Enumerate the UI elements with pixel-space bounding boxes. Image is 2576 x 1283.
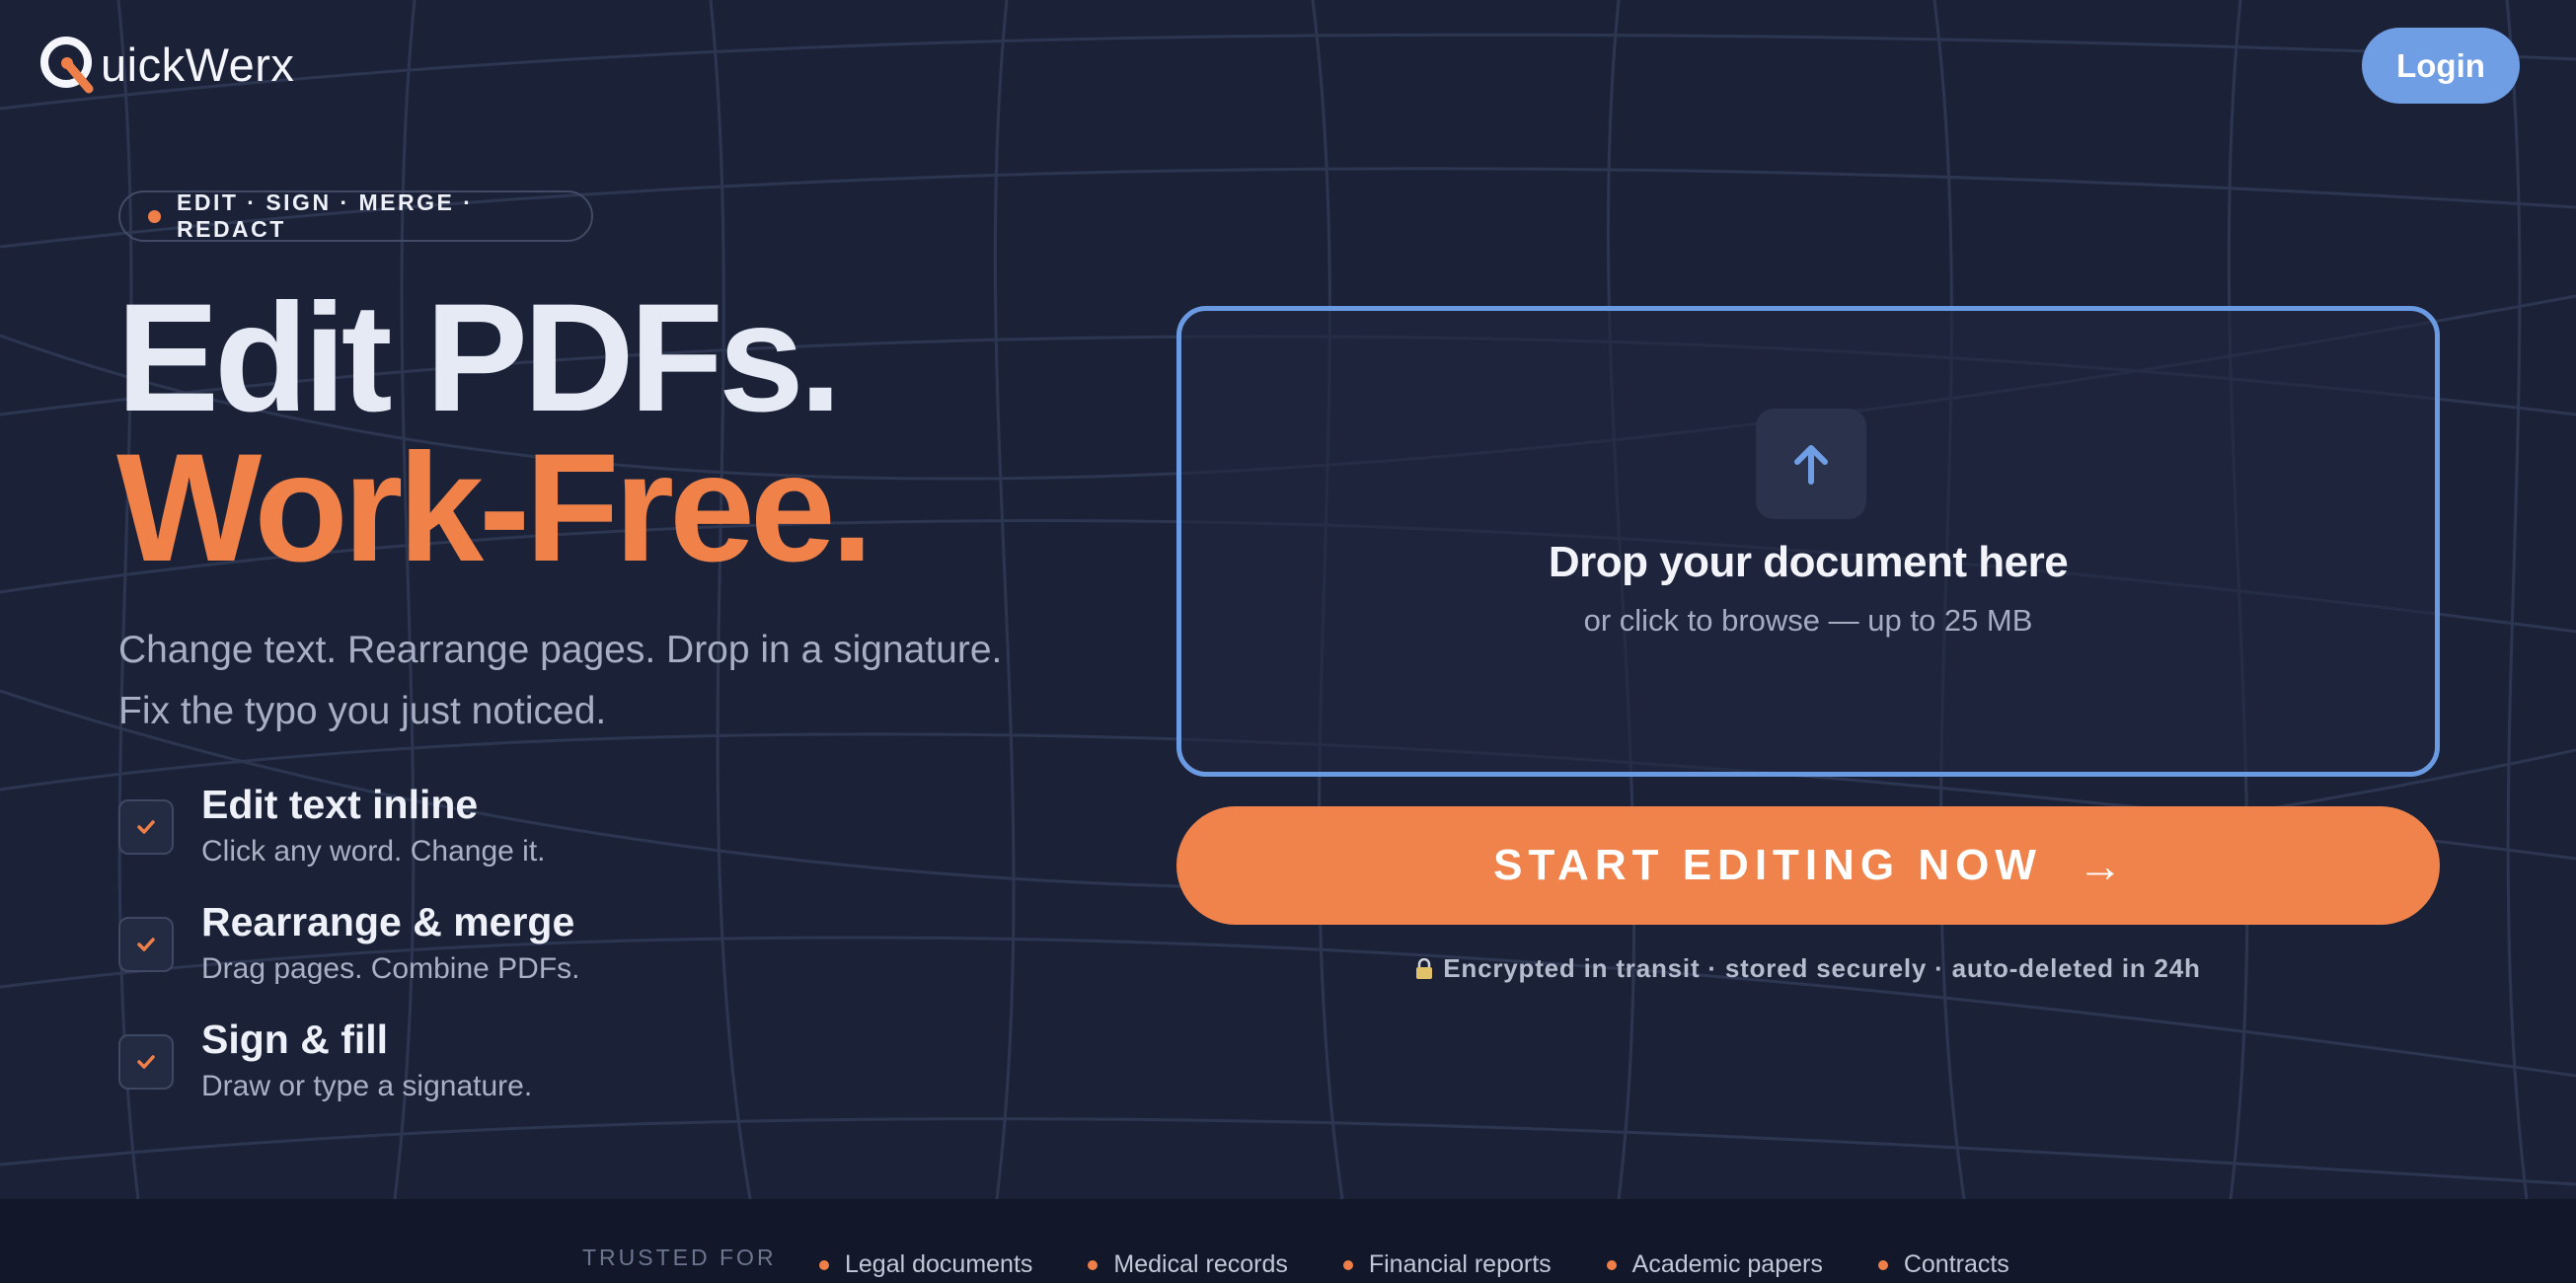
trusted-item-text: Academic papers: [1631, 1250, 1823, 1278]
trusted-item-text: Legal documents: [845, 1250, 1033, 1278]
bullet-dot: [819, 1259, 829, 1270]
trusted-item: Academic papers: [1606, 1250, 1823, 1279]
login-button[interactable]: Login: [2362, 28, 2520, 104]
trusted-item-text: Contracts: [1903, 1250, 2009, 1278]
security-note-text: Encrypted in transit · stored securely ·…: [1443, 953, 2201, 983]
upload-arrow-icon: [1756, 409, 1866, 519]
arrow-right-icon: →: [2077, 840, 2123, 891]
start-editing-button[interactable]: START EDITING NOW →: [1176, 806, 2440, 925]
bullet-dot: [1606, 1259, 1617, 1270]
subtitle-line-1: Change text. Rearrange pages. Drop in a …: [118, 629, 1003, 671]
feature-title: Sign & fill: [201, 1017, 389, 1062]
logo-q-icon: [38, 34, 99, 95]
trusted-footer: TRUSTED FOR Legal documents Medical reco…: [0, 1199, 2576, 1283]
trusted-item-text: Financial reports: [1368, 1250, 1552, 1278]
quickwerx-logo[interactable]: uickWerx: [38, 34, 294, 95]
feature-title: Rearrange & merge: [201, 899, 575, 944]
check-icon: [118, 799, 174, 855]
headline-line-2: Work-Free.: [116, 422, 873, 594]
trusted-label: TRUSTED FOR: [582, 1245, 777, 1270]
headline-line-1: Edit PDFs.: [116, 272, 842, 444]
lock-icon: [1415, 957, 1433, 983]
trusted-list: Legal documents Medical records Financia…: [819, 1250, 2065, 1279]
bullet-dot: [1088, 1259, 1099, 1270]
feature-pill: EDIT · SIGN · MERGE · REDACT: [118, 189, 593, 242]
trusted-item: Medical records: [1088, 1250, 1288, 1279]
pill-dot: [148, 209, 161, 223]
trusted-item-text: Medical records: [1113, 1250, 1288, 1278]
file-dropzone[interactable]: Drop your document here or click to brow…: [1176, 306, 2440, 777]
feature-desc: Drag pages. Combine PDFs.: [201, 952, 580, 985]
bullet-dot: [1877, 1259, 1888, 1270]
feature-desc: Draw or type a signature.: [201, 1070, 533, 1102]
dropzone-title: Drop your document here: [1548, 538, 2069, 586]
security-note: Encrypted in transit · stored securely ·…: [1176, 953, 2440, 984]
dropzone-subtitle: or click to browse — up to 25 MB: [1583, 603, 2033, 638]
logo-text: uickWerx: [101, 38, 295, 91]
feature-title: Edit text inline: [201, 782, 479, 827]
pill-text: EDIT · SIGN · MERGE · REDACT: [177, 189, 474, 242]
feature-desc: Click any word. Change it.: [201, 835, 546, 868]
check-icon: [118, 1034, 174, 1090]
subtitle-line-2: Fix the typo you just noticed.: [118, 690, 607, 732]
trusted-item: Legal documents: [819, 1250, 1032, 1279]
trusted-item: Financial reports: [1342, 1250, 1552, 1279]
start-editing-label: START EDITING NOW: [1493, 841, 2042, 889]
bullet-dot: [1342, 1259, 1353, 1270]
hero-subtitle: Change text. Rearrange pages. Drop in a …: [118, 620, 1105, 742]
check-icon: [118, 917, 174, 972]
trusted-item: Contracts: [1877, 1250, 2009, 1279]
